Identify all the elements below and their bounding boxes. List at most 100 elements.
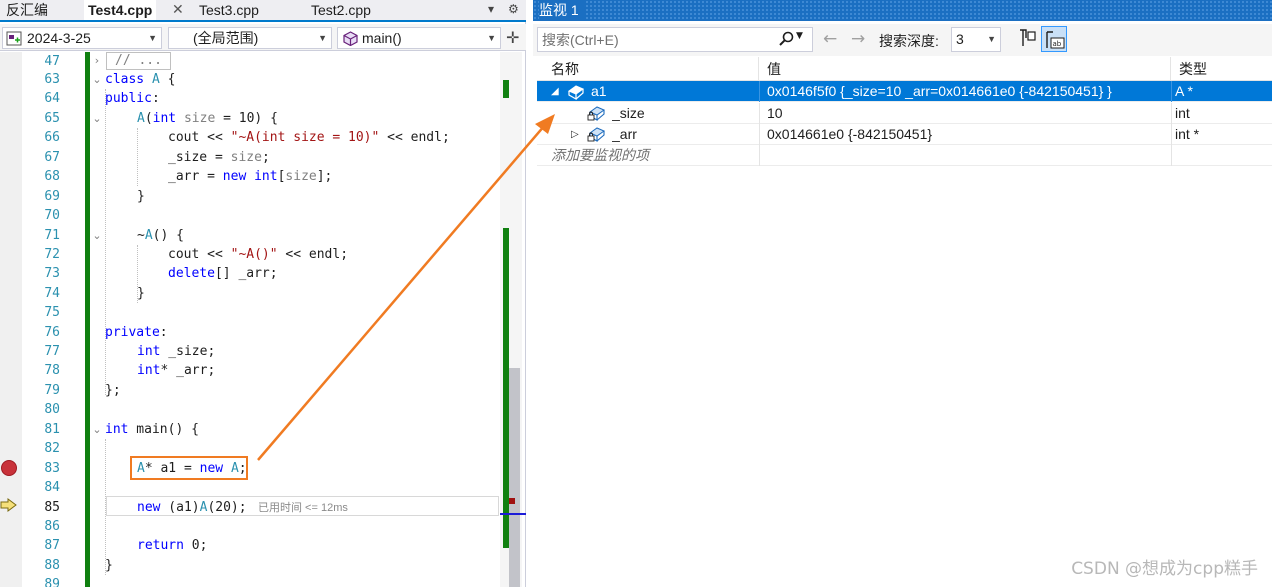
code-editor-pane: 反汇编 Test4.cpp ✕ Test3.cpp Test2.cpp ▾ ⚙ … bbox=[0, 0, 526, 587]
watch-grid: 名称 值 类型 ◢ a1 0x0146f5f0 {_size=10 _arr=0… bbox=[537, 57, 1272, 587]
code-line: } bbox=[137, 189, 145, 204]
watch-value-cell[interactable]: 0x0146f5f0 {_size=10 _arr=0x014661e0 {-8… bbox=[767, 81, 1167, 102]
watch-window: 监视 1 ▼ ← → 搜索深度: 3 ▼ ab bbox=[533, 0, 1272, 587]
watch-value-cell[interactable]: 0x014661e0 {-842150451} bbox=[767, 124, 1167, 145]
function-name: main() bbox=[362, 30, 402, 46]
line-number: 69 bbox=[44, 189, 60, 204]
tab-test4-cpp[interactable]: Test4.cpp bbox=[84, 0, 157, 20]
perf-tip[interactable]: 已用时间 <= 12ms bbox=[258, 499, 348, 518]
line-number: 77 bbox=[44, 344, 60, 359]
code-line: ~A() { bbox=[137, 228, 184, 243]
line-number: 80 bbox=[44, 402, 60, 417]
line-number: 79 bbox=[44, 383, 60, 398]
column-header-name[interactable]: 名称 bbox=[537, 57, 759, 81]
fold-chevron-down-icon[interactable]: ⌄ bbox=[92, 423, 102, 436]
hex-display-toggle[interactable]: ab bbox=[1041, 26, 1067, 52]
scope-dropdown[interactable]: (全局范围) ▼ bbox=[168, 27, 332, 49]
project-icon bbox=[6, 31, 22, 46]
fold-chevron-down-icon[interactable]: ⌄ bbox=[92, 73, 102, 86]
watch-row-arr[interactable]: ▷ _arr 0x014661e0 {-842150451} int * bbox=[537, 124, 1272, 145]
navigate-back-icon[interactable]: ← bbox=[823, 29, 837, 49]
annotation-highlight-box bbox=[130, 456, 248, 480]
split-editor-icon[interactable]: ✛ bbox=[506, 28, 519, 47]
line-number: 88 bbox=[44, 558, 60, 573]
search-depth-label: 搜索深度: bbox=[879, 33, 939, 49]
watch-type-cell: int * bbox=[1175, 126, 1200, 142]
object-variable-icon bbox=[567, 85, 585, 100]
line-number: 84 bbox=[44, 480, 60, 495]
line-number: 81 bbox=[44, 422, 60, 437]
settings-gear-icon[interactable]: ⚙ bbox=[508, 2, 519, 16]
watch-type-cell: int bbox=[1175, 105, 1190, 121]
pin-source-icon[interactable] bbox=[1018, 28, 1038, 50]
scrollbar-thumb[interactable] bbox=[509, 368, 520, 587]
watch-value-cell[interactable]: 10 bbox=[767, 103, 1167, 124]
document-tab-strip: 反汇编 Test4.cpp ✕ Test3.cpp Test2.cpp ▾ ⚙ bbox=[0, 0, 526, 22]
line-number: 70 bbox=[44, 208, 60, 223]
method-cube-icon bbox=[343, 31, 358, 46]
search-icon[interactable] bbox=[778, 31, 794, 47]
line-number: 78 bbox=[44, 363, 60, 378]
watch-grid-header: 名称 值 类型 bbox=[537, 57, 1272, 81]
project-dropdown[interactable]: 2024-3-25 ▼ bbox=[2, 27, 162, 49]
tab-dropdown-icon[interactable]: ▾ bbox=[488, 2, 494, 16]
collapsed-region[interactable]: // ... bbox=[106, 52, 171, 70]
code-line: cout << "~A()" << endl; bbox=[168, 247, 349, 262]
line-number: 89 bbox=[44, 577, 60, 587]
private-field-icon bbox=[587, 127, 605, 142]
search-depth-dropdown[interactable]: 3 ▼ bbox=[951, 27, 1001, 52]
collapsed-triangle-icon[interactable]: ▷ bbox=[571, 124, 579, 145]
scroll-change-marker bbox=[503, 80, 509, 98]
line-number: 82 bbox=[44, 441, 60, 456]
chevron-down-icon: ▼ bbox=[318, 33, 327, 43]
watch-row-size[interactable]: _size 10 int bbox=[537, 103, 1272, 124]
code-line: A(int size = 10) { bbox=[137, 111, 278, 126]
watch-add-item-row[interactable]: 添加要监视的项 bbox=[537, 145, 1272, 166]
chevron-down-icon: ▼ bbox=[487, 33, 496, 43]
breakpoint-icon[interactable] bbox=[1, 460, 17, 476]
line-number-margin: 47 63 64 65 66 67 68 69 70 71 72 73 74 7… bbox=[22, 52, 68, 587]
watch-name-cell: _arr bbox=[612, 126, 637, 142]
search-depth-value: 3 bbox=[956, 31, 964, 47]
code-line: } bbox=[137, 286, 145, 301]
line-number: 86 bbox=[44, 519, 60, 534]
line-number: 71 bbox=[44, 228, 60, 243]
line-number: 87 bbox=[44, 538, 60, 553]
column-header-type[interactable]: 类型 bbox=[1171, 57, 1272, 81]
code-line-current: new (a1)A(20); bbox=[137, 500, 247, 515]
fold-chevron-down-icon[interactable]: ⌄ bbox=[92, 112, 102, 125]
chevron-down-icon: ▼ bbox=[148, 33, 157, 43]
private-field-icon bbox=[587, 106, 605, 121]
tab-test2-cpp[interactable]: Test2.cpp bbox=[307, 0, 375, 20]
line-number: 76 bbox=[44, 325, 60, 340]
fold-chevron-down-icon[interactable]: ⌄ bbox=[92, 229, 102, 242]
code-line: private: bbox=[105, 325, 168, 340]
line-number: 68 bbox=[44, 169, 60, 184]
watch-row-a1[interactable]: ◢ a1 0x0146f5f0 {_size=10 _arr=0x014661e… bbox=[537, 81, 1272, 102]
code-line: public: bbox=[105, 91, 160, 106]
watch-search-box[interactable]: ▼ bbox=[537, 27, 813, 52]
function-dropdown[interactable]: main() ▼ bbox=[337, 27, 501, 49]
add-watch-placeholder[interactable]: 添加要监视的项 bbox=[551, 145, 751, 166]
tab-test3-cpp[interactable]: Test3.cpp bbox=[195, 0, 263, 20]
watch-name-cell: _size bbox=[612, 105, 645, 121]
watch-title-bar[interactable]: 监视 1 bbox=[533, 0, 1272, 21]
navigate-forward-icon[interactable]: → bbox=[851, 29, 865, 49]
search-options-dropdown-icon[interactable]: ▼ bbox=[796, 31, 803, 41]
tab-disassembly[interactable]: 反汇编 bbox=[2, 0, 52, 20]
code-text-area[interactable]: › ⌄ ⌄ ⌄ ⌄ // ... class A { public: A(int… bbox=[92, 52, 500, 587]
close-tab-icon[interactable]: ✕ bbox=[172, 0, 184, 20]
column-header-value[interactable]: 值 bbox=[759, 57, 1171, 81]
line-number: 67 bbox=[44, 150, 60, 165]
watch-search-input[interactable] bbox=[542, 30, 774, 49]
code-line: class A { bbox=[105, 72, 176, 87]
svg-text:ab: ab bbox=[1053, 40, 1062, 48]
line-number: 74 bbox=[44, 286, 60, 301]
line-number: 66 bbox=[44, 130, 60, 145]
expanded-triangle-icon[interactable]: ◢ bbox=[551, 81, 559, 102]
fold-chevron-right-icon[interactable]: › bbox=[92, 54, 102, 67]
code-line: _size = size; bbox=[168, 150, 270, 165]
line-number: 72 bbox=[44, 247, 60, 262]
code-line: }; bbox=[105, 383, 121, 398]
line-number: 65 bbox=[44, 111, 60, 126]
